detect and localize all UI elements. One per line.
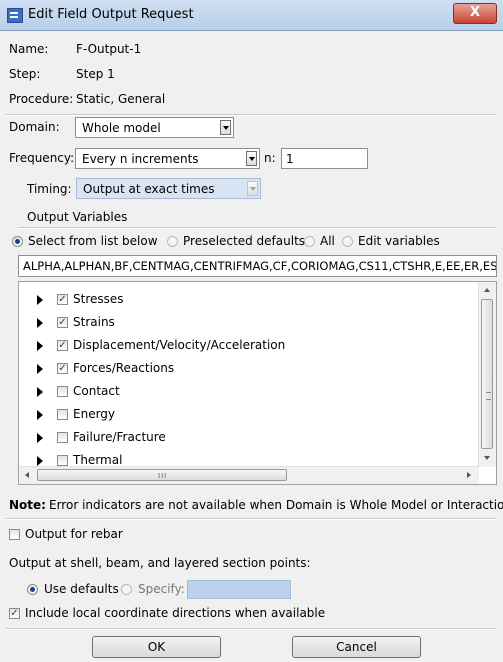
scroll-thumb[interactable]: III [37, 469, 287, 481]
expand-arrow-icon[interactable] [37, 410, 43, 420]
output-for-rebar-label: Output for rebar [25, 527, 123, 541]
window-icon [7, 8, 23, 23]
tree-item-energy: Energy [73, 407, 116, 421]
expand-arrow-icon[interactable] [37, 456, 43, 466]
title-bar: Edit Field Output Request X [0, 0, 503, 31]
scroll-grip: III [158, 472, 168, 480]
radio-all[interactable] [304, 236, 315, 247]
expand-arrow-icon[interactable] [37, 364, 43, 374]
scroll-up-icon[interactable] [484, 288, 490, 292]
output-variable-tree[interactable]: ✓ Stresses ✓ Strains ✓ Displacement/Velo… [18, 281, 497, 485]
expand-arrow-icon[interactable] [37, 387, 43, 397]
step-label: Step: [9, 67, 41, 81]
checkbox-output-for-rebar[interactable] [9, 529, 20, 540]
expand-arrow-icon[interactable] [37, 341, 43, 351]
name-label: Name: [9, 42, 49, 56]
radio-edit-variables-label: Edit variables [358, 234, 440, 248]
name-value: F-Output-1 [76, 42, 142, 56]
radio-all-label: All [320, 234, 335, 248]
tree-item-forces: Forces/Reactions [73, 361, 175, 375]
step-value: Step 1 [76, 67, 115, 81]
checkbox-strains[interactable]: ✓ [57, 317, 68, 328]
divider [6, 518, 497, 520]
close-button[interactable]: X [453, 3, 497, 24]
n-label: n: [264, 151, 276, 165]
checkbox-local-coordinates[interactable]: ✓ [9, 608, 20, 619]
checkbox-displacement[interactable]: ✓ [57, 340, 68, 351]
chevron-down-icon[interactable] [220, 120, 231, 135]
procedure-value: Static, General [76, 92, 166, 106]
tree-item-contact: Contact [73, 384, 120, 398]
note-text: Error indicators are not available when … [49, 498, 503, 512]
section-points-label: Output at shell, beam, and layered secti… [9, 556, 311, 570]
radio-select-from-list[interactable] [12, 236, 23, 247]
scroll-down-icon[interactable] [484, 456, 490, 460]
radio-select-from-list-label: Select from list below [28, 234, 158, 248]
ok-button[interactable]: OK [92, 636, 221, 658]
radio-use-defaults[interactable] [27, 584, 38, 595]
n-input-value: 1 [286, 152, 294, 166]
vertical-scrollbar[interactable] [478, 282, 496, 467]
timing-select[interactable]: Output at exact times [76, 178, 261, 199]
radio-edit-variables[interactable] [342, 236, 353, 247]
divider [6, 628, 497, 630]
frequency-select[interactable]: Every n increments [75, 148, 260, 169]
checkbox-energy[interactable] [57, 409, 68, 420]
tree-item-thermal: Thermal [73, 453, 123, 467]
checkbox-thermal[interactable] [57, 455, 68, 466]
chevron-down-icon[interactable] [246, 151, 257, 166]
chevron-down-icon[interactable] [247, 181, 258, 196]
note-prefix: Note: [9, 498, 46, 512]
cancel-button[interactable]: Cancel [292, 636, 421, 658]
domain-select[interactable]: Whole model [75, 117, 234, 138]
divider [18, 227, 497, 229]
domain-label: Domain: [9, 120, 60, 134]
radio-specify-label: Specify: [138, 582, 185, 596]
output-variables-heading: Output Variables [27, 210, 128, 224]
procedure-label: Procedure: [9, 92, 74, 106]
horizontal-scrollbar[interactable]: III [19, 466, 479, 484]
scroll-right-icon[interactable] [467, 472, 471, 478]
domain-select-value: Whole model [82, 121, 161, 135]
local-coordinates-label: Include local coordinate directions when… [25, 606, 326, 620]
tree-item-failure: Failure/Fracture [73, 430, 166, 444]
divider [6, 114, 497, 116]
specify-input[interactable] [187, 580, 291, 599]
scroll-thumb[interactable] [481, 299, 493, 449]
window-title: Edit Field Output Request [28, 7, 194, 22]
tree-item-stresses: Stresses [73, 292, 124, 306]
checkbox-failure[interactable] [57, 432, 68, 443]
frequency-select-value: Every n increments [82, 152, 199, 166]
expand-arrow-icon[interactable] [37, 433, 43, 443]
radio-specify[interactable] [121, 584, 132, 595]
n-input[interactable]: 1 [281, 148, 368, 169]
checkbox-contact[interactable] [57, 386, 68, 397]
tree-item-displacement: Displacement/Velocity/Acceleration [73, 338, 286, 352]
radio-preselected-defaults[interactable] [167, 236, 178, 247]
variables-text-value: ALPHA,ALPHAN,BF,CENTMAG,CENTRIFMAG,CF,CO… [23, 259, 497, 273]
radio-preselected-defaults-label: Preselected defaults [183, 234, 306, 248]
expand-arrow-icon[interactable] [37, 295, 43, 305]
tree-item-strains: Strains [73, 315, 115, 329]
variables-text-field[interactable]: ALPHA,ALPHAN,BF,CENTMAG,CENTRIFMAG,CF,CO… [18, 255, 497, 277]
expand-arrow-icon[interactable] [37, 318, 43, 328]
checkbox-forces[interactable]: ✓ [57, 363, 68, 374]
scroll-left-icon[interactable] [25, 472, 29, 478]
timing-label: Timing: [27, 182, 72, 196]
timing-select-value: Output at exact times [83, 182, 215, 196]
frequency-label: Frequency: [9, 151, 75, 165]
radio-use-defaults-label: Use defaults [44, 582, 119, 596]
checkbox-stresses[interactable]: ✓ [57, 294, 68, 305]
